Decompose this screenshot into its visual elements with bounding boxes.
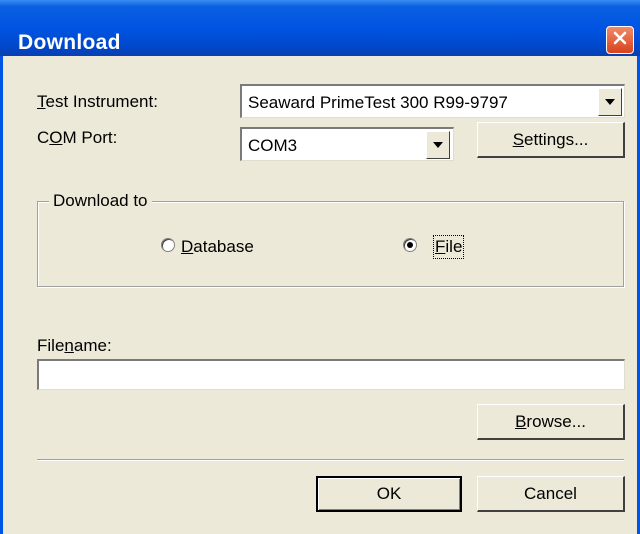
- com-port-label: COM Port:: [37, 128, 118, 147]
- filename-input[interactable]: [37, 359, 625, 390]
- file-radio-label[interactable]: File: [432, 235, 465, 259]
- window-title: Download: [18, 31, 121, 54]
- settings-button-label: Settings...: [512, 129, 589, 149]
- file-radio[interactable]: [403, 238, 417, 252]
- title-bar[interactable]: Download: [0, 0, 640, 56]
- close-icon: [612, 30, 628, 51]
- test-instrument-value: Seaward PrimeTest 300 R99-9797: [248, 93, 508, 112]
- browse-button-label: Browse...: [515, 411, 586, 431]
- chevron-down-icon: [432, 136, 444, 154]
- radio-selected-dot: [407, 242, 413, 248]
- download-dialog: Download Test Instrument: Seaward PrimeT…: [0, 0, 640, 534]
- divider: [37, 459, 624, 461]
- window-frame-left: [0, 56, 3, 534]
- com-port-select[interactable]: COM3: [240, 127, 454, 161]
- ok-button[interactable]: OK: [316, 476, 462, 512]
- test-instrument-select[interactable]: Seaward PrimeTest 300 R99-9797: [240, 84, 625, 118]
- com-port-dropdown-button[interactable]: [426, 131, 450, 159]
- cancel-button-label: Cancel: [524, 483, 577, 503]
- settings-button[interactable]: Settings...: [477, 122, 625, 158]
- filename-label: Filename:: [37, 336, 112, 355]
- database-radio[interactable]: [161, 238, 175, 252]
- chevron-down-icon: [604, 93, 616, 111]
- download-to-group: [37, 201, 624, 287]
- test-instrument-label: Test Instrument:: [37, 92, 158, 111]
- database-radio-label[interactable]: Database: [181, 237, 254, 257]
- test-instrument-dropdown-button[interactable]: [598, 88, 622, 116]
- close-button[interactable]: [606, 26, 634, 54]
- cancel-button[interactable]: Cancel: [477, 476, 625, 512]
- com-port-value: COM3: [248, 136, 298, 155]
- ok-button-label: OK: [376, 484, 402, 503]
- download-to-legend: Download to: [49, 190, 152, 212]
- browse-button[interactable]: Browse...: [477, 404, 625, 440]
